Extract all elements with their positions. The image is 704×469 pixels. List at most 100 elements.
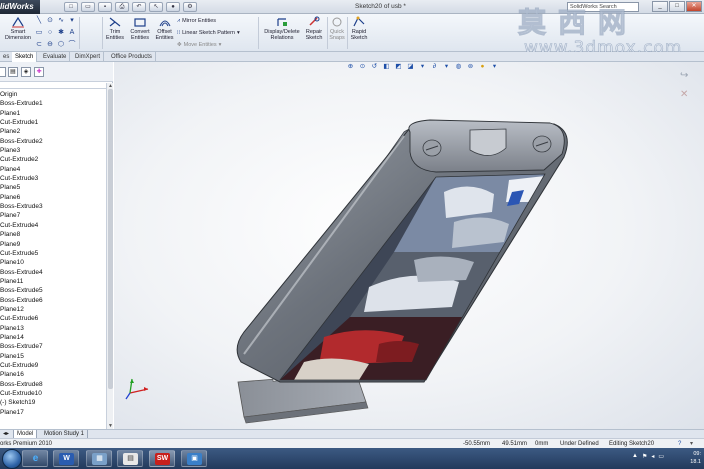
tree-item[interactable]: Cut-Extrude1 [0,118,105,127]
tree-filter[interactable] [0,83,106,89]
rapid-sketch-button[interactable]: Rapid Sketch [349,16,369,41]
tree-item[interactable]: Boss-Extrude6 [0,296,105,305]
graphics-area[interactable]: ⊕ ⊙ ↺ ◧ ◩ ◪ ▾ ∂ ▾ ◍ ⊚ ● ▾ ↪ ✕ [114,62,704,429]
fillet-icon[interactable]: ⌒ [67,40,77,50]
maximize-button[interactable]: □ [669,1,685,12]
tree-item[interactable]: Plane14 [0,333,105,342]
tree-item[interactable]: Boss-Extrude4 [0,268,105,277]
open-icon[interactable]: ▭ [81,2,95,12]
network-icon[interactable]: ▲ [632,453,638,460]
chevron-down-icon[interactable]: ▾ [237,30,240,36]
taskbar-word[interactable]: W [53,450,79,467]
tree-item[interactable]: Cut-Extrude10 [0,389,105,398]
taskbar-notepad[interactable]: ▤ [117,450,143,467]
tree-item[interactable]: Origin [0,90,105,99]
tree-item[interactable]: Cut-Extrude2 [0,155,105,164]
select-icon[interactable]: ↖ [149,2,163,12]
close-button[interactable]: ✕ [686,1,702,12]
taskbar-image-viewer[interactable]: ▣ [181,450,207,467]
tree-item[interactable]: Boss-Extrude1 [0,99,105,108]
options-icon[interactable]: ⚙ [183,2,197,12]
tree-item[interactable]: Boss-Extrude2 [0,137,105,146]
tree-item[interactable]: Plane16 [0,370,105,379]
text-icon[interactable]: A [67,28,77,38]
tree-item[interactable]: Plane8 [0,230,105,239]
tree-item[interactable]: Cut-Extrude4 [0,221,105,230]
tab-sketch[interactable]: Sketch [12,52,38,62]
spline-icon[interactable]: ∿ [56,16,66,26]
dimxpert-manager-icon[interactable]: ✚ [34,67,44,77]
taskbar-app[interactable]: ▦ [86,450,112,467]
rectangle-icon[interactable]: ▭ [34,28,44,38]
tree-item[interactable]: Cut-Extrude6 [0,314,105,323]
polygon-icon[interactable]: ⬡ [56,40,66,50]
undo-icon[interactable]: ↶ [132,2,146,12]
tab-evaluate[interactable]: Evaluate [40,52,71,62]
tree-item[interactable]: Plane5 [0,183,105,192]
display-delete-relations-button[interactable]: Display/Delete Relations [262,16,302,41]
tree-item[interactable]: (-) Sketch19 [0,398,105,407]
confirm-icon[interactable]: ↪ [680,70,702,81]
ellipse-icon[interactable]: ⊖ [45,40,55,50]
slot-icon[interactable]: ⊂ [34,40,44,50]
linear-sketch-pattern-button[interactable]: ⁞⁞ Linear Sketch Pattern ▾ [177,30,240,36]
system-clock[interactable]: 09: 18.1 [690,450,701,466]
monitor-icon[interactable]: ▭ [658,453,664,460]
tree-item[interactable]: Boss-Extrude8 [0,380,105,389]
smart-dimension-button[interactable]: Smart Dimension [3,16,33,41]
tree-item[interactable]: Plane12 [0,305,105,314]
move-entities-button[interactable]: ✥ Move Entities ▾ [177,42,221,48]
property-manager-icon[interactable]: ▤ [8,67,18,77]
tab-office-products[interactable]: Office Products [108,52,156,62]
tree-item[interactable]: Plane13 [0,324,105,333]
tree-item[interactable]: Plane1 [0,109,105,118]
tree-item[interactable]: Plane6 [0,193,105,202]
dropdown-icon[interactable]: ▾ [67,16,77,26]
circle-icon[interactable]: ○ [45,28,55,38]
usb-drive-model[interactable] [114,62,704,429]
solidworks-logo[interactable]: lidWorks [0,0,40,14]
arc-icon[interactable]: ⊙ [45,16,55,26]
tree-item[interactable]: Plane7 [0,211,105,220]
tree-item[interactable]: Plane9 [0,240,105,249]
taskbar-ie[interactable]: e [22,450,48,467]
tab-dimxpert[interactable]: DimXpert [72,52,105,62]
convert-entities-button[interactable]: Convert Entities [127,16,153,41]
clock-time: 09: [693,451,701,457]
point-icon[interactable]: ✱ [56,28,66,38]
tree-scrollbar[interactable]: ▲ ▼ [106,83,113,429]
repair-sketch-button[interactable]: Repair Sketch [303,16,325,41]
taskbar-solidworks[interactable]: SW [149,450,175,467]
featuremanager-tab[interactable] [0,67,6,77]
search-input[interactable]: SolidWorks Search [567,2,639,12]
tree-item[interactable]: Plane4 [0,165,105,174]
tree-item[interactable]: Plane17 [0,408,105,417]
tree-item[interactable]: Cut-Extrude9 [0,361,105,370]
new-document-icon[interactable]: □ [64,2,78,12]
save-icon[interactable]: ▪ [98,2,112,12]
flag-icon[interactable]: ⚑ [642,453,647,460]
line-icon[interactable]: ╲ [34,16,44,26]
tree-item[interactable]: Boss-Extrude5 [0,286,105,295]
tree-item[interactable]: Plane10 [0,258,105,267]
tree-item[interactable]: Boss-Extrude3 [0,202,105,211]
start-button[interactable] [2,449,22,469]
minimize-button[interactable]: _ [652,1,668,12]
tree-item[interactable]: Plane2 [0,127,105,136]
tree-item[interactable]: Plane11 [0,277,105,286]
tree-item[interactable]: Boss-Extrude7 [0,342,105,351]
offset-entities-button[interactable]: Offset Entities [154,16,175,41]
tree-item[interactable]: Plane3 [0,146,105,155]
mirror-entities-button[interactable]: ⩘ Mirror Entities [177,18,216,24]
exit-sketch-icon[interactable]: ✕ [680,89,702,100]
print-icon[interactable]: ⎙ [115,2,129,12]
quick-snaps-button[interactable]: Quick Snaps [328,16,346,41]
tree-item[interactable]: Cut-Extrude3 [0,174,105,183]
chevron-down-icon[interactable]: ▾ [219,42,222,48]
trim-entities-button[interactable]: Trim Entities [104,16,126,41]
tree-item[interactable]: Cut-Extrude5 [0,249,105,258]
configuration-manager-icon[interactable]: ◈ [21,67,31,77]
tree-item[interactable]: Plane15 [0,352,105,361]
rebuild-icon[interactable]: ● [166,2,180,12]
volume-icon[interactable]: ◂ [651,453,654,460]
